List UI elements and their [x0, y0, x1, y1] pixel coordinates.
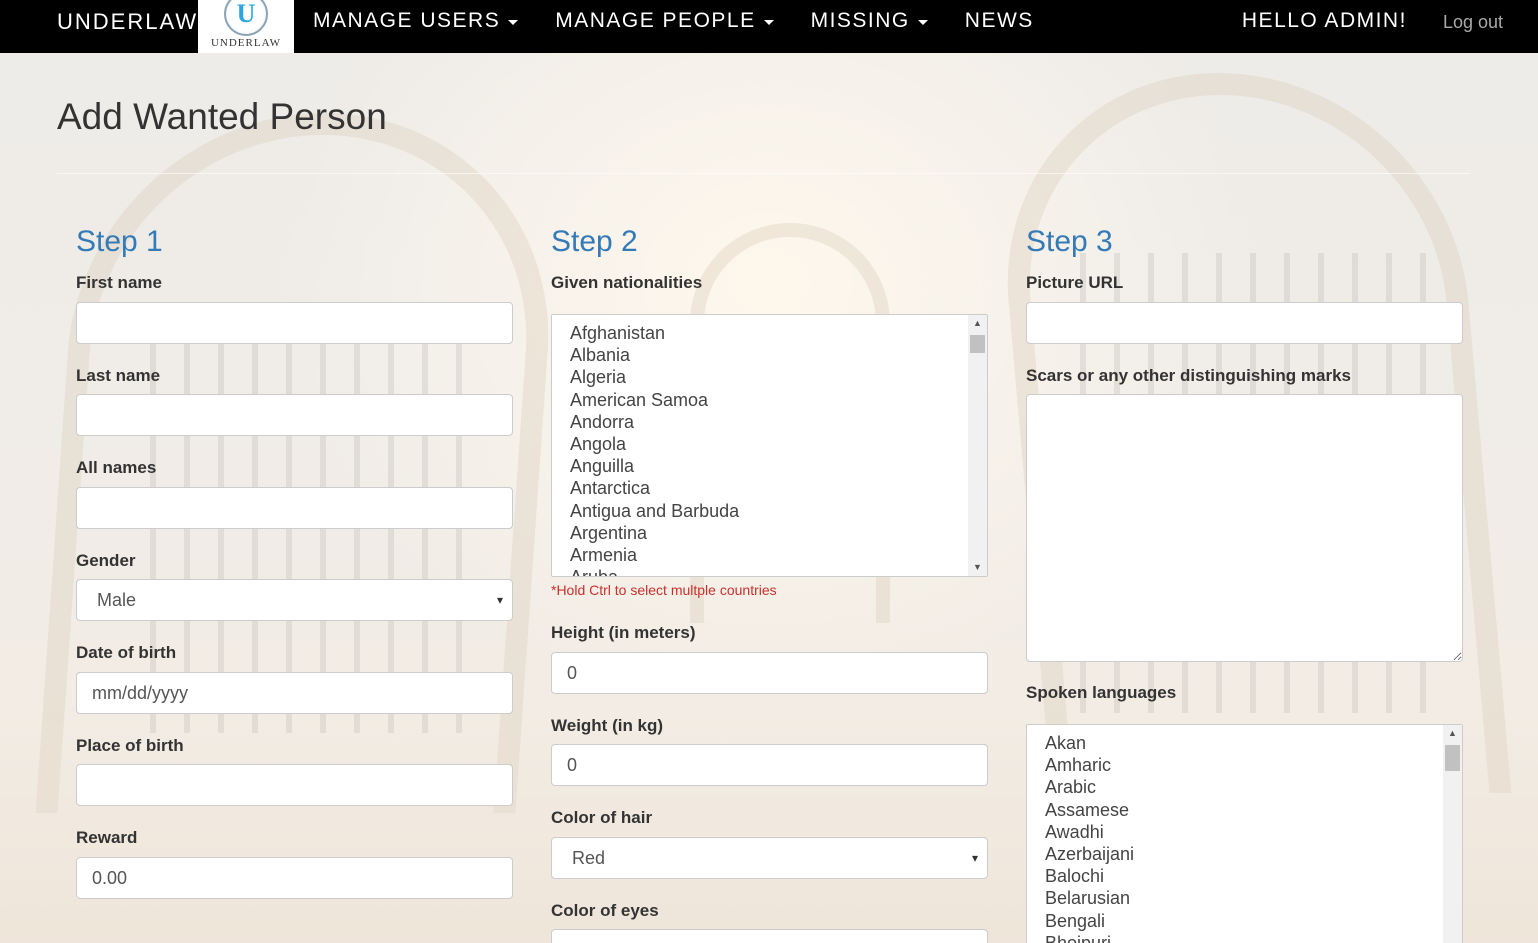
brand-logo[interactable]: U UNDERLAW [198, 0, 294, 53]
nationality-option[interactable]: Albania [570, 344, 987, 366]
nationalities-label: Given nationalities [551, 273, 703, 292]
pob-input[interactable] [76, 764, 513, 806]
nationality-option[interactable]: Anguilla [570, 455, 987, 477]
nationality-option[interactable]: American Samoa [570, 389, 987, 411]
scroll-up-icon[interactable]: ▲ [1443, 725, 1462, 742]
nationalities-options: Afghanistan Albania Algeria American Samoa A… [552, 315, 987, 576]
logo-letter: U [236, 0, 256, 28]
select-arrow-icon: ▾ [496, 593, 503, 607]
hair-selected-value: Red [572, 848, 606, 868]
top-navbar: UNDERLAW U UNDERLAW MANAGE USERS MANAGE … [0, 0, 1538, 53]
logo-emblem-icon: U [224, 0, 268, 36]
language-option[interactable]: Bhojpuri [1045, 932, 1462, 943]
user-greeting[interactable]: HELLO ADMIN! [1242, 0, 1407, 53]
page-title: Add Wanted Person [57, 96, 387, 137]
languages-options: Akan Amharic Arabic Assamese Awadhi Azerbaija… [1027, 725, 1462, 943]
eyes-label: Color of eyes [551, 901, 659, 920]
dob-input[interactable]: mm/dd/yyyy [76, 672, 513, 714]
languages-label: Spoken languages [1026, 683, 1177, 702]
nav-missing-label: MISSING [810, 9, 910, 32]
picture-url-label: Picture URL [1026, 273, 1124, 292]
nationality-option[interactable]: Antigua and Barbuda [570, 500, 987, 522]
gender-selected-value: Male [97, 590, 137, 610]
caret-down-icon [763, 20, 774, 25]
dob-label: Date of birth [76, 643, 177, 662]
languages-listbox[interactable]: Akan Amharic Arabic Assamese Awadhi Azerbaija… [1026, 724, 1463, 943]
all-names-label: All names [76, 458, 157, 477]
hair-label: Color of hair [551, 808, 653, 827]
nav-missing[interactable]: MISSING [811, 0, 928, 53]
caret-down-icon [917, 20, 928, 25]
nationality-option[interactable]: Algeria [570, 366, 987, 388]
language-option[interactable]: Assamese [1045, 799, 1462, 821]
nationality-option[interactable]: Aruba [570, 566, 987, 576]
nationalities-hint: *Hold Ctrl to select multple countries [551, 582, 777, 598]
last-name-input[interactable] [76, 394, 513, 436]
select-arrow-icon: ▾ [971, 851, 978, 865]
first-name-label: First name [76, 273, 162, 292]
language-option[interactable]: Belarusian [1045, 887, 1462, 909]
nationality-option[interactable]: Antarctica [570, 477, 987, 499]
nationalities-scrollbar[interactable]: ▲ ▼ [968, 315, 987, 576]
gender-select[interactable]: Male ▾ [76, 579, 513, 621]
nationalities-listbox[interactable]: Afghanistan Albania Algeria American Samoa A… [551, 314, 988, 577]
language-option[interactable]: Balochi [1045, 865, 1462, 887]
weight-input[interactable]: 0 [551, 744, 988, 786]
nationality-option[interactable]: Afghanistan [570, 322, 987, 344]
step3-column: Step 3 Picture URL Scars or any other di… [1026, 223, 1463, 943]
nav-manage-people[interactable]: MANAGE PEOPLE [555, 0, 774, 53]
last-name-label: Last name [76, 366, 161, 385]
step1-heading: Step 1 [76, 225, 163, 258]
scroll-down-icon[interactable]: ▼ [968, 559, 987, 576]
scroll-thumb[interactable] [1445, 745, 1460, 771]
scroll-up-icon[interactable]: ▲ [968, 315, 987, 332]
height-label: Height (in meters) [551, 623, 696, 642]
nationality-option[interactable]: Armenia [570, 544, 987, 566]
language-option[interactable]: Awadhi [1045, 821, 1462, 843]
language-option[interactable]: Azerbaijani [1045, 843, 1462, 865]
weight-label: Weight (in kg) [551, 716, 664, 735]
title-divider [57, 173, 1470, 174]
picture-url-input[interactable] [1026, 302, 1463, 344]
main-content: Add Wanted Person Step 1 First name Last… [0, 53, 1538, 943]
scroll-thumb[interactable] [970, 335, 985, 353]
step2-column: Step 2 Given nationalities Afghanistan Al… [551, 223, 988, 943]
reward-input[interactable]: 0.00 [76, 857, 513, 899]
reward-label: Reward [76, 828, 138, 847]
nationality-option[interactable]: Angola [570, 433, 987, 455]
nationality-option[interactable]: Andorra [570, 411, 987, 433]
step1-column: Step 1 First name Last name All names Ge… [76, 223, 513, 899]
gender-label: Gender [76, 551, 136, 570]
languages-scrollbar[interactable]: ▲ [1443, 725, 1462, 943]
eye-color-select[interactable] [551, 929, 988, 943]
logo-text: UNDERLAW [210, 37, 282, 49]
dob-placeholder: mm/dd/yyyy [92, 683, 189, 703]
language-option[interactable]: Amharic [1045, 754, 1462, 776]
nav-news-label: NEWS [964, 9, 1034, 32]
nav-manage-users[interactable]: MANAGE USERS [313, 0, 519, 53]
nav-manage-users-label: MANAGE USERS [313, 9, 501, 32]
nationality-option[interactable]: Argentina [570, 522, 987, 544]
all-names-input[interactable] [76, 487, 513, 529]
caret-down-icon [508, 20, 519, 25]
language-option[interactable]: Akan [1045, 732, 1462, 754]
language-option[interactable]: Arabic [1045, 776, 1462, 798]
logout-link[interactable]: Log out [1443, 0, 1503, 53]
step2-heading: Step 2 [551, 225, 638, 258]
nav-manage-people-label: MANAGE PEOPLE [555, 9, 756, 32]
scars-textarea[interactable] [1026, 394, 1463, 662]
language-option[interactable]: Bengali [1045, 910, 1462, 932]
pob-label: Place of birth [76, 736, 184, 755]
scars-label: Scars or any other distinguishing marks [1026, 366, 1351, 385]
step3-heading: Step 3 [1026, 225, 1113, 258]
first-name-input[interactable] [76, 302, 513, 344]
nav-news[interactable]: NEWS [965, 0, 1034, 53]
hair-color-select[interactable]: Red ▾ [551, 837, 988, 879]
height-input[interactable]: 0 [551, 652, 988, 694]
brand-link[interactable]: UNDERLAW [0, 0, 198, 53]
